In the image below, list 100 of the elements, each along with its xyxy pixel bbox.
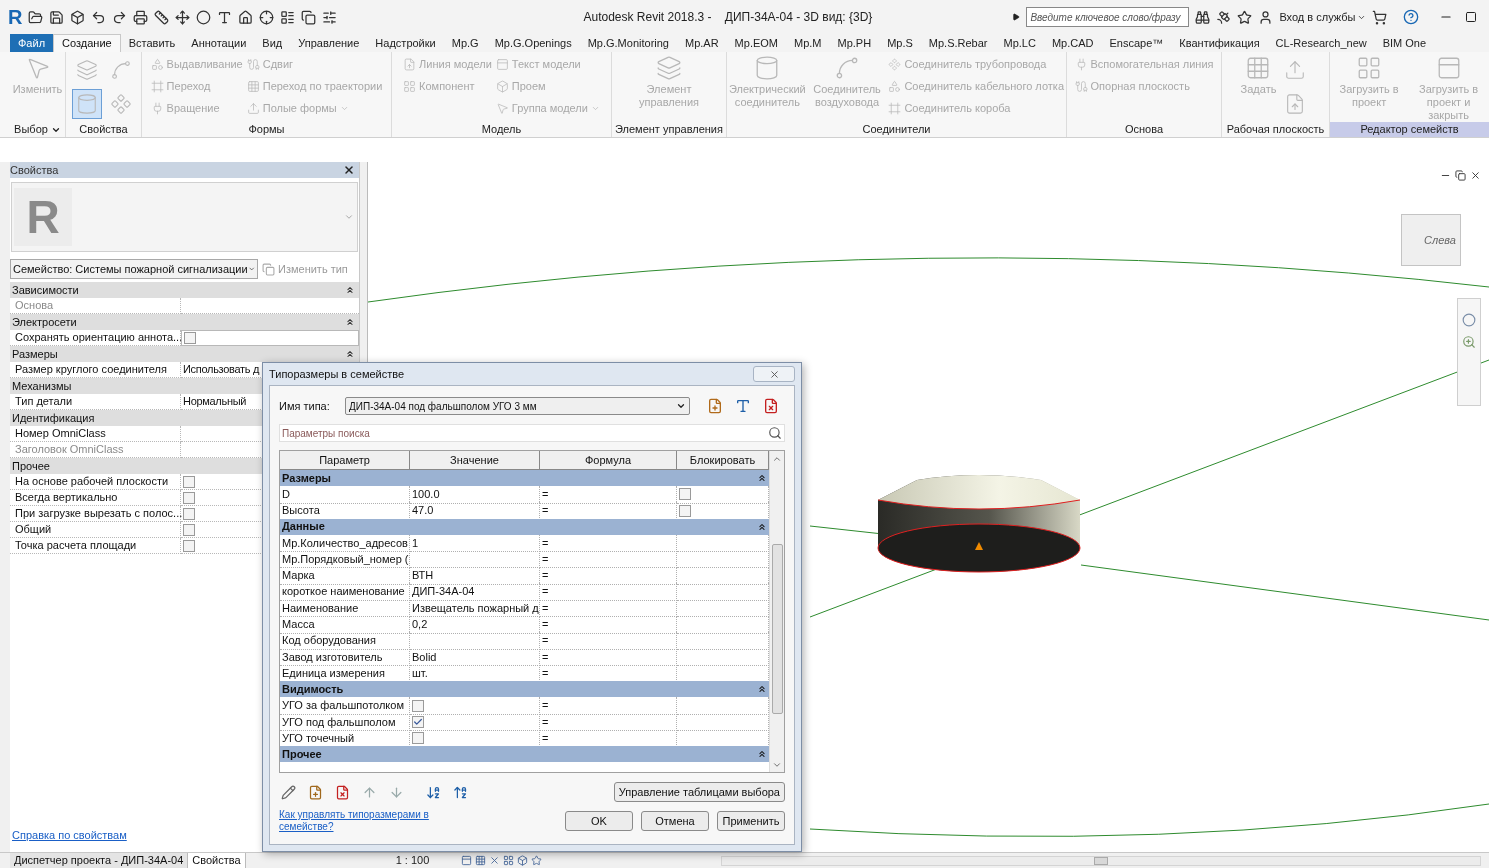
collapse-icon[interactable]	[345, 285, 355, 295]
sort-descending-icon[interactable]	[453, 784, 468, 800]
sliders-icon[interactable]	[322, 9, 338, 25]
column-header[interactable]: Параметр	[280, 451, 410, 469]
checkbox[interactable]	[412, 699, 424, 712]
ribbon-tab[interactable]: Mp.PH	[829, 34, 880, 52]
save-icon[interactable]	[49, 9, 65, 25]
group-header[interactable]: Прочее	[280, 746, 769, 763]
panel-title[interactable]: Основа	[1067, 122, 1221, 137]
formula-value[interactable]: =	[542, 697, 549, 714]
checkbox[interactable]	[183, 475, 195, 488]
dialog-button[interactable]: Отмена	[641, 811, 709, 831]
family-dropdown[interactable]: Семейство: Системы пожарной сигнализации	[10, 259, 258, 279]
close-icon[interactable]	[1470, 170, 1481, 181]
redo-icon[interactable]	[112, 9, 128, 25]
group-header[interactable]: Зависимости	[10, 282, 359, 298]
parameter-value[interactable]: Извещатель пожарный д	[412, 599, 539, 617]
tiles-icon[interactable]	[503, 855, 515, 866]
maximize-icon[interactable]	[1465, 11, 1478, 23]
checkbox[interactable]	[679, 488, 691, 501]
collapse-icon[interactable]	[757, 521, 767, 532]
new-file-icon[interactable]	[707, 398, 723, 414]
formula-value[interactable]: =	[542, 648, 549, 666]
group-header[interactable]: Электросети	[10, 314, 359, 330]
checkbox[interactable]	[183, 491, 195, 504]
user-icon[interactable]	[1258, 9, 1274, 25]
formula-value[interactable]: =	[542, 616, 549, 633]
letter-icon[interactable]	[217, 9, 233, 25]
ribbon-tab[interactable]: Надстройки	[367, 34, 444, 52]
ribbon-tab[interactable]: Mp.M	[786, 34, 830, 52]
formula-value[interactable]: =	[542, 713, 549, 731]
ribbon-tab[interactable]: Mp.EOM	[726, 34, 786, 52]
ruler-icon[interactable]	[154, 9, 170, 25]
app-logo[interactable]: R	[8, 7, 23, 27]
ribbon-tab[interactable]: Mp.S.Rebar	[920, 34, 996, 52]
checkbox[interactable]	[412, 715, 424, 728]
scroll-bar[interactable]	[769, 451, 784, 772]
ribbon-tab[interactable]: Аннотации	[183, 34, 255, 52]
dialog-button[interactable]: OK	[565, 811, 633, 831]
crosshair-icon[interactable]	[259, 9, 275, 25]
sign-in-menu[interactable]: Вход в службы	[1279, 8, 1367, 26]
group-header[interactable]: Данные	[280, 518, 769, 535]
satellite-icon[interactable]	[1216, 9, 1232, 25]
ribbon-tab[interactable]: BIM One	[1374, 34, 1435, 52]
ribbon-tab[interactable]: Файл	[10, 34, 54, 52]
checkbox[interactable]	[679, 504, 691, 517]
property-value[interactable]: Использовать д	[183, 361, 260, 378]
group-header[interactable]: Размеры	[280, 470, 769, 486]
view-scale[interactable]: 1 : 100	[395, 852, 430, 868]
move-icon[interactable]	[175, 9, 191, 25]
ribbon-tab[interactable]: Mp.LC	[995, 34, 1044, 52]
checkbox[interactable]	[412, 732, 424, 745]
column-header[interactable]: Формула	[540, 451, 677, 469]
dialog-button[interactable]: Применить	[717, 811, 785, 831]
checkbox[interactable]	[183, 507, 195, 520]
collapse-icon[interactable]	[345, 349, 355, 359]
open-folder-icon[interactable]	[28, 9, 44, 25]
delete-file-icon[interactable]	[335, 784, 350, 800]
manage-lookup-button[interactable]: Управление таблицами выбора	[613, 782, 785, 802]
house-icon[interactable]	[238, 9, 254, 25]
ribbon-tab[interactable]: Управление	[290, 34, 368, 52]
formula-value[interactable]: =	[542, 664, 549, 682]
type-name-dropdown[interactable]: ДИП-34А-04 под фальшполом УГО 3 мм	[345, 397, 690, 415]
ribbon-tab[interactable]: Mp.G	[443, 34, 487, 52]
panel-title[interactable]: Элемент управления	[612, 122, 726, 137]
delete-file-icon[interactable]	[763, 398, 779, 414]
panel-title[interactable]: Редактор семейств	[1330, 122, 1489, 137]
cart-icon[interactable]	[1372, 9, 1388, 25]
parameter-value[interactable]: 1	[412, 534, 419, 552]
new-file-icon[interactable]	[308, 784, 323, 800]
parameter-value[interactable]: Bolid	[412, 648, 437, 666]
star-icon[interactable]	[1237, 9, 1253, 25]
checkbox[interactable]	[184, 332, 196, 344]
ribbon-tab[interactable]: Mp.G.Openings	[486, 34, 580, 52]
cross-icon[interactable]	[489, 855, 501, 866]
close-icon[interactable]	[343, 164, 355, 176]
group-header[interactable]: Видимость	[280, 681, 769, 698]
parameter-value[interactable]: 47.0	[412, 502, 434, 519]
circle-icon[interactable]	[196, 9, 212, 25]
expand-icon[interactable]	[1012, 13, 1021, 21]
grid-icon[interactable]	[475, 855, 487, 866]
star-icon[interactable]	[531, 855, 543, 866]
table-cell[interactable]	[410, 632, 540, 650]
search-icon[interactable]	[768, 426, 782, 440]
collapse-icon[interactable]	[757, 749, 767, 760]
formula-value[interactable]: =	[542, 599, 549, 617]
ribbon-tab[interactable]: CL-Research_new	[1267, 34, 1375, 52]
view-cube[interactable]: Слева	[1401, 214, 1461, 266]
parameter-value[interactable]: ВТН	[412, 567, 434, 584]
sort-ascending-icon[interactable]	[426, 784, 441, 800]
ribbon-tab[interactable]: Mp.AR	[677, 34, 727, 52]
formula-value[interactable]: =	[542, 534, 549, 552]
collapse-icon[interactable]	[757, 684, 767, 695]
panel-title[interactable]: Формы	[142, 122, 391, 137]
ribbon-tab[interactable]: Enscape™	[1101, 34, 1172, 52]
binoculars-icon[interactable]	[1195, 9, 1211, 25]
search-field[interactable]: Введите ключевое слово/фразу	[1026, 7, 1190, 27]
ribbon-tab[interactable]: Квантификация	[1171, 34, 1268, 52]
cube-icon[interactable]	[70, 9, 86, 25]
panel-tab[interactable]: Диспетчер проекта - ДИП-34А-04	[10, 852, 189, 868]
